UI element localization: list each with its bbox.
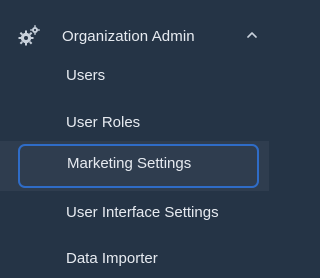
sidebar-nav: Organization Admin Users User Roles Mark…	[0, 0, 269, 275]
sidebar-item-label: Users	[66, 67, 106, 84]
sidebar-item-users[interactable]: Users	[0, 57, 269, 95]
gears-icon	[17, 24, 41, 48]
sidebar-item-label: User Interface Settings	[66, 204, 219, 221]
chevron-up-icon[interactable]	[245, 28, 259, 42]
organization-admin-header[interactable]: Organization Admin	[0, 8, 269, 54]
sidebar-item-marketing-settings[interactable]: Marketing Settings	[0, 141, 269, 191]
sidebar-item-label: User Roles	[66, 114, 141, 131]
sidebar-item-label: Data Importer	[66, 250, 158, 267]
sidebar-item-user-interface-settings[interactable]: User Interface Settings	[0, 194, 269, 232]
sidebar-item-user-roles[interactable]: User Roles	[0, 104, 269, 142]
section-label: Organization Admin	[62, 28, 195, 45]
sidebar-item-data-importer[interactable]: Data Importer	[0, 240, 269, 278]
sidebar-item-label: Marketing Settings	[67, 155, 192, 172]
